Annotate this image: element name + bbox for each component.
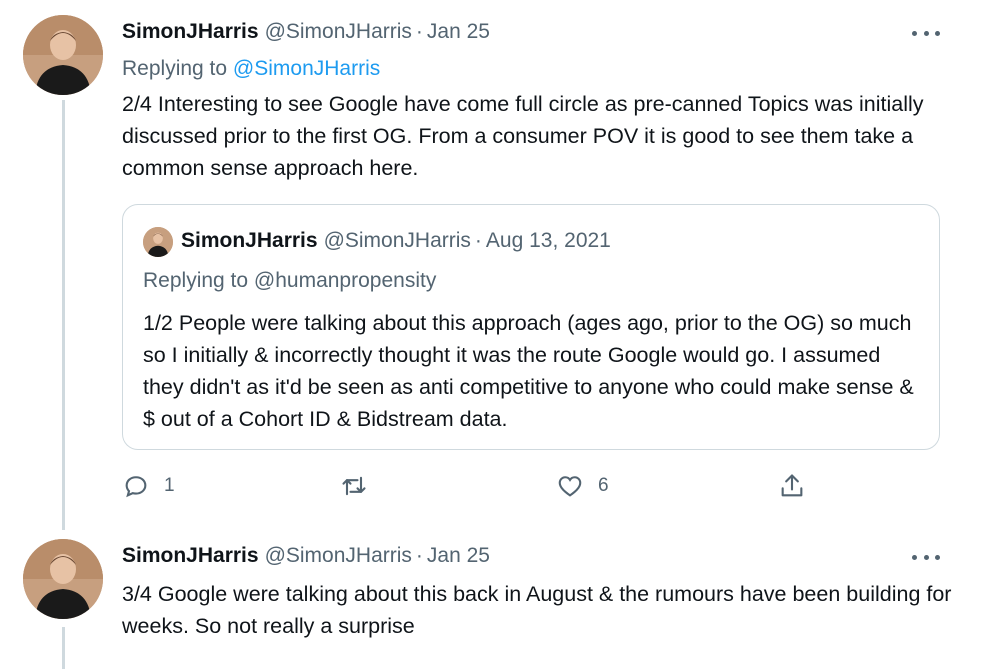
quoted-tweet[interactable]: SimonJHarris @SimonJHarris · Aug 13, 202… — [122, 204, 940, 450]
tweet-header: SimonJHarris @SimonJHarris · Jan 25 — [122, 544, 490, 568]
avatar[interactable] — [23, 15, 103, 95]
like-button[interactable]: 6 — [556, 472, 609, 500]
mention-link[interactable]: @SimonJHarris — [233, 57, 380, 80]
quote-timestamp: Aug 13, 2021 — [485, 229, 611, 252]
quote-avatar — [143, 227, 173, 257]
replying-to-label: Replying to — [122, 57, 233, 80]
more-dots-icon[interactable] — [912, 551, 940, 563]
separator: · — [415, 544, 423, 567]
share-upload-icon — [781, 474, 803, 497]
tweet-header: SimonJHarris @SimonJHarris · Jan 25 — [122, 20, 490, 44]
thread-line — [62, 100, 65, 530]
share-button[interactable] — [778, 472, 806, 500]
reply-count: 1 — [164, 475, 175, 496]
retweet-button[interactable] — [340, 472, 382, 500]
quote-author-name: SimonJHarris — [181, 229, 318, 252]
separator: · — [474, 229, 482, 252]
heart-icon — [558, 476, 582, 497]
reply-button[interactable]: 1 — [122, 472, 175, 500]
timestamp[interactable]: Jan 25 — [427, 544, 490, 568]
tweet-text: 3/4 Google were talking about this back … — [122, 582, 952, 638]
replying-to-label: Replying to — [143, 269, 254, 292]
quote-mention: @humanpropensity — [253, 269, 437, 292]
timestamp[interactable]: Jan 25 — [427, 20, 490, 44]
tweet-text: 2/4 Interesting to see Google have come … — [122, 92, 924, 180]
quote-text: 1/2 People were talking about this appro… — [143, 311, 914, 431]
more-dots-icon[interactable] — [912, 27, 940, 39]
reply-bubble-icon — [125, 476, 147, 498]
retweet-icon — [342, 476, 366, 496]
author-handle[interactable]: @SimonJHarris — [265, 544, 412, 568]
author-handle[interactable]: @SimonJHarris — [265, 20, 412, 44]
author-name[interactable]: SimonJHarris — [122, 20, 259, 44]
author-name[interactable]: SimonJHarris — [122, 544, 259, 568]
quote-replying-to: Replying to @humanpropensity — [143, 269, 436, 293]
quote-header: SimonJHarris @SimonJHarris · Aug 13, 202… — [181, 229, 611, 253]
like-count: 6 — [598, 475, 609, 496]
quote-author-handle: @SimonJHarris — [323, 229, 471, 252]
separator: · — [415, 20, 423, 43]
avatar[interactable] — [23, 539, 103, 619]
action-bar: 1 6 — [122, 470, 822, 506]
replying-to: Replying to @SimonJHarris — [122, 57, 380, 81]
thread-line — [62, 627, 65, 669]
